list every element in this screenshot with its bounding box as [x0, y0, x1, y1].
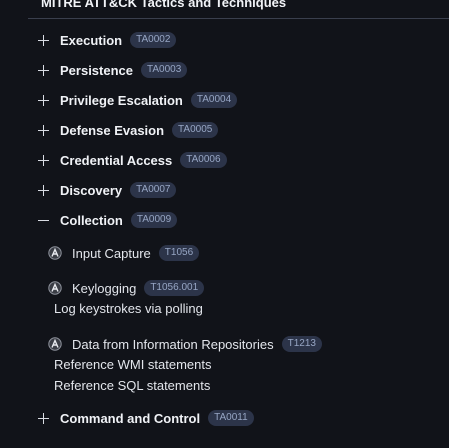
- procedure-text: Reference WMI statements: [54, 357, 212, 372]
- attack-logo-icon: [48, 337, 62, 351]
- technique-input-capture[interactable]: Input Capture T1056: [48, 243, 200, 263]
- mitre-attack-panel: MITRE ATT&CK Tactics and Techniques Exec…: [0, 0, 449, 448]
- plus-icon[interactable]: [37, 154, 50, 167]
- plus-icon[interactable]: [37, 412, 50, 425]
- technique-label: Keylogging: [72, 280, 137, 296]
- tactic-label: Credential Access: [60, 152, 173, 168]
- plus-icon[interactable]: [37, 124, 50, 137]
- technique-label: Input Capture: [72, 245, 151, 261]
- technique-id-badge: T1213: [281, 336, 322, 352]
- tactic-label: Collection: [60, 212, 123, 228]
- procedure-text: Reference SQL statements: [54, 378, 211, 393]
- tactic-label: Command and Control: [60, 410, 201, 426]
- tactic-label: Privilege Escalation: [60, 92, 183, 108]
- tactic-collection[interactable]: Collection TA0009: [37, 209, 178, 231]
- tactic-label: Discovery: [60, 182, 123, 198]
- tactic-defense-evasion[interactable]: Defense Evasion TA0005: [37, 119, 219, 141]
- tactic-id-badge: TA0007: [130, 182, 177, 198]
- tactic-execution[interactable]: Execution TA0002: [37, 29, 177, 51]
- attack-logo-icon: [48, 281, 62, 295]
- tactic-credential-access[interactable]: Credential Access TA0006: [37, 149, 227, 171]
- title-divider: [28, 18, 449, 19]
- plus-icon[interactable]: [37, 34, 50, 47]
- minus-icon[interactable]: [37, 214, 50, 227]
- tactic-label: Defense Evasion: [60, 122, 165, 138]
- attack-logo-icon: [48, 246, 62, 260]
- tactic-persistence[interactable]: Persistence TA0003: [37, 59, 188, 81]
- tactic-id-badge: TA0011: [208, 410, 254, 426]
- panel-title: MITRE ATT&CK Tactics and Techniques: [41, 0, 287, 10]
- plus-icon[interactable]: [37, 94, 50, 107]
- plus-icon[interactable]: [37, 184, 50, 197]
- tactic-id-badge: TA0005: [172, 122, 219, 138]
- tactic-label: Persistence: [60, 62, 133, 78]
- technique-id-badge: T1056.001: [144, 280, 205, 296]
- tactic-id-badge: TA0006: [180, 152, 227, 168]
- tactic-id-badge: TA0002: [130, 32, 177, 48]
- tactic-privilege-escalation[interactable]: Privilege Escalation TA0004: [37, 89, 238, 111]
- procedure-text: Log keystrokes via polling: [54, 301, 203, 316]
- tactic-id-badge: TA0003: [141, 62, 188, 78]
- technique-data-from-information-repositories[interactable]: Data from Information Repositories T1213: [48, 334, 322, 354]
- tactic-discovery[interactable]: Discovery TA0007: [37, 179, 177, 201]
- tactic-label: Execution: [60, 32, 123, 48]
- technique-label: Data from Information Repositories: [72, 336, 274, 352]
- technique-keylogging[interactable]: Keylogging T1056.001: [48, 278, 205, 298]
- technique-id-badge: T1056: [158, 245, 200, 261]
- tactic-id-badge: TA0009: [130, 212, 178, 228]
- tactic-id-badge: TA0004: [190, 92, 238, 108]
- plus-icon[interactable]: [37, 64, 50, 77]
- tactic-command-and-control[interactable]: Command and Control TA0011: [37, 407, 254, 429]
